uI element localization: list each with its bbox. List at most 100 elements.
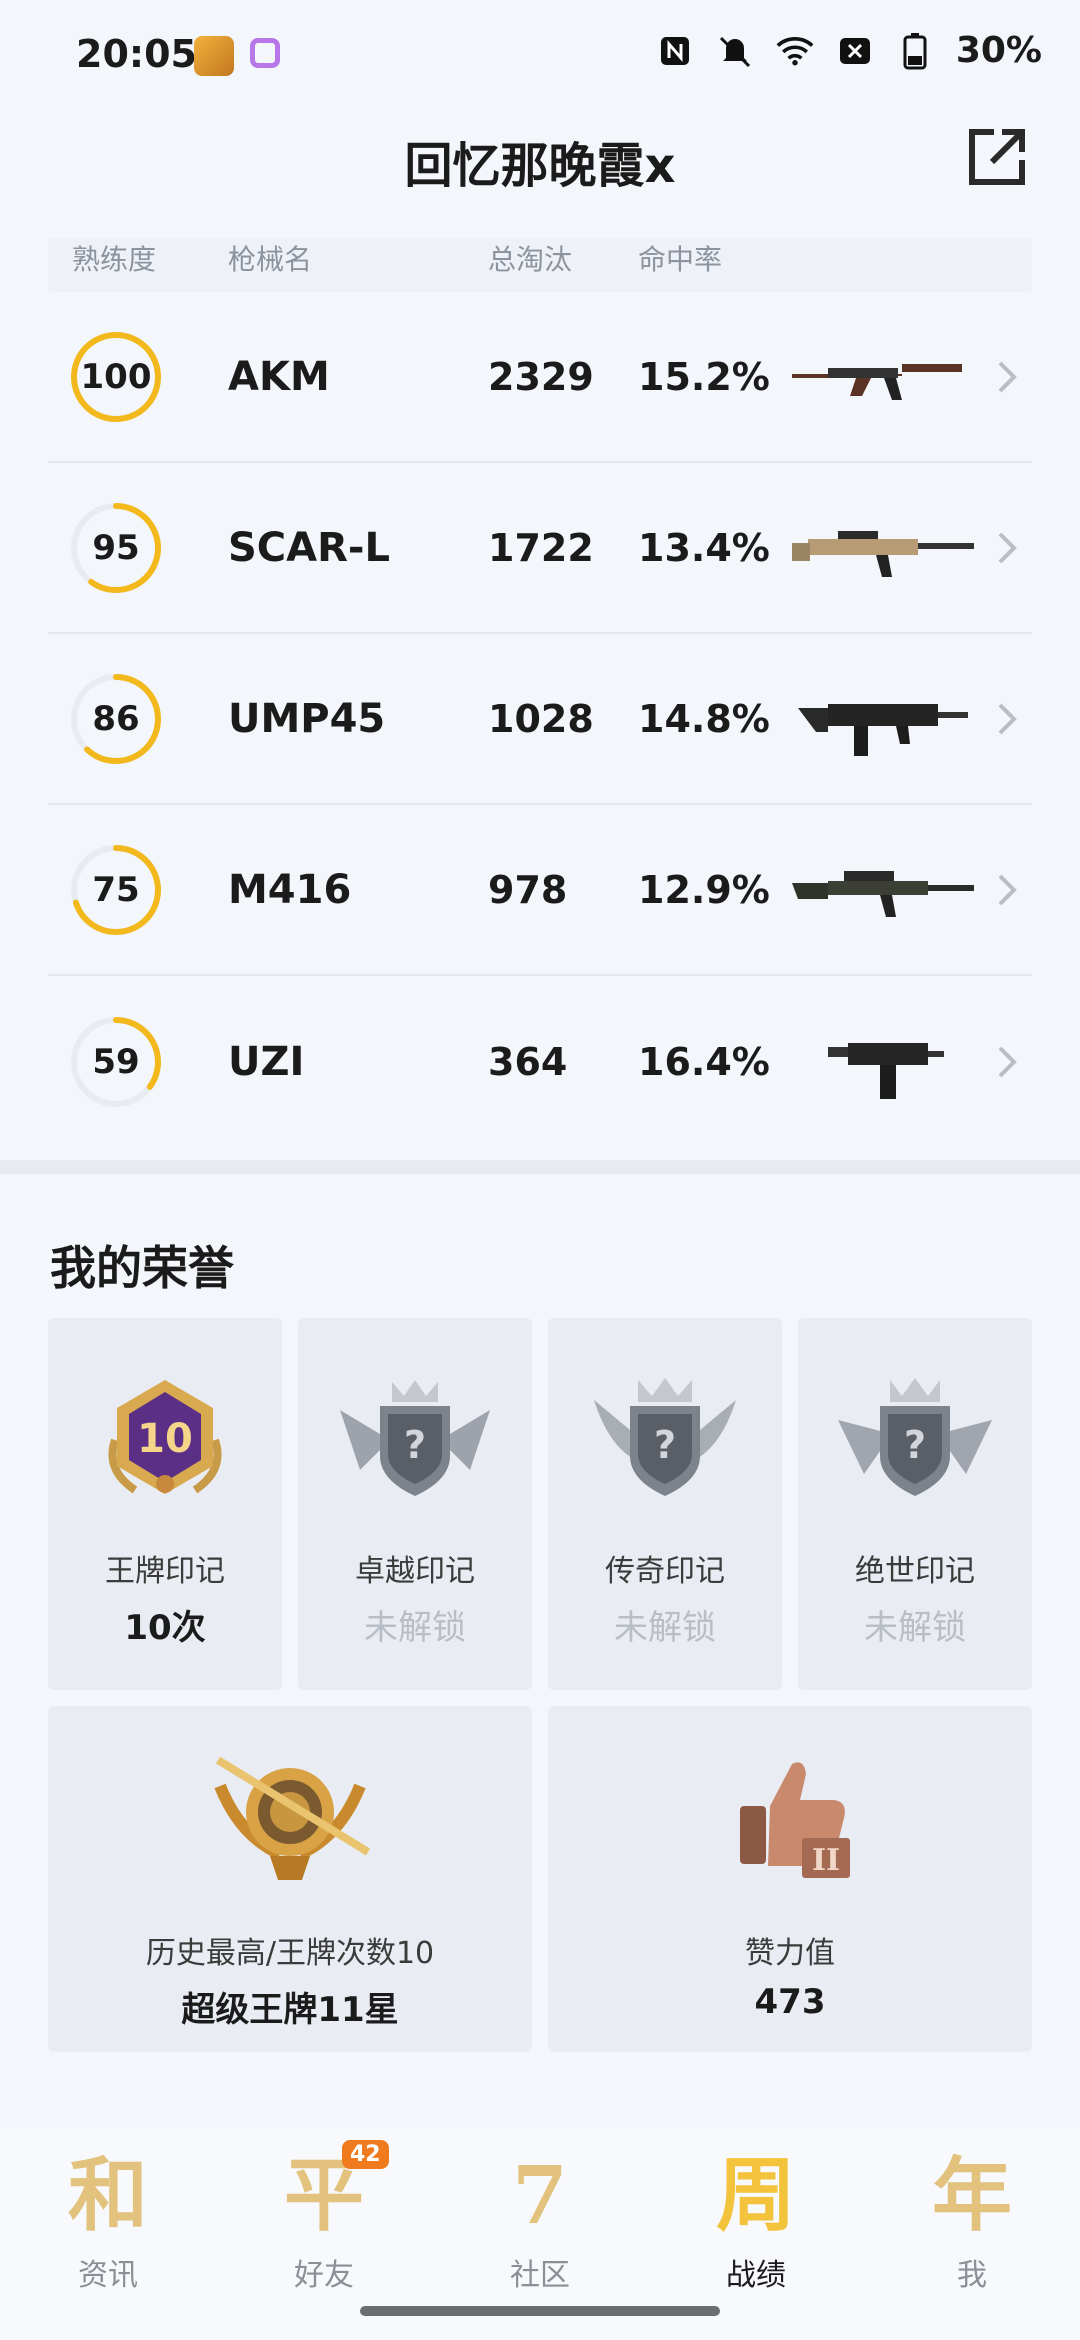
hit-rate: 16.4% [638, 1039, 770, 1084]
proficiency-value: 100 [80, 356, 152, 397]
chevron-right-icon [998, 361, 1017, 392]
nav-glyph-icon: 和 [68, 2148, 148, 2242]
section-divider [0, 1160, 1080, 1174]
honor-value: 超级王牌11星 [181, 1990, 399, 2030]
table-row[interactable]: 95 SCAR-L 1722 13.4% [48, 463, 1032, 634]
nav-item-community[interactable]: 7 社区 [432, 2138, 648, 2308]
mute-icon [716, 32, 754, 70]
header-proficiency: 熟练度 [72, 243, 157, 276]
gun-name: SCAR-L [228, 524, 391, 571]
header-total-kills: 总淘汰 [488, 243, 573, 276]
battery-percent: 30% [955, 30, 1042, 71]
honor-card-likes[interactable]: II 赞力值 473 [548, 1706, 1032, 2052]
honor-label: 传奇印记 [605, 1554, 725, 1589]
total-kills: 2329 [488, 354, 594, 399]
nav-item-me[interactable]: 年 我 [864, 2138, 1080, 2308]
total-kills: 1028 [488, 696, 594, 741]
chevron-right-icon [998, 874, 1017, 905]
header-hit-rate: 命中率 [638, 243, 723, 276]
nav-label: 战绩 [726, 2258, 786, 2293]
nav-label: 我 [957, 2258, 987, 2293]
chevron-right-icon [998, 1046, 1017, 1077]
header-gun-name: 枪械名 [228, 243, 313, 276]
page-header: 回忆那晚霞x [0, 108, 1080, 238]
scar-rifle-icon [792, 530, 974, 577]
nav-item-friends[interactable]: 平 42 好友 [216, 2138, 432, 2308]
nav-glyph-icon: 年 [932, 2148, 1012, 2242]
status-bar: 20:05 30% [0, 0, 1080, 108]
table-row[interactable]: 59 UZI 364 16.4% [48, 976, 1032, 1147]
status-time: 20:05 [76, 32, 197, 76]
sim-off-icon [836, 32, 874, 70]
gun-name: UZI [228, 1038, 305, 1085]
chevron-right-icon [998, 703, 1017, 734]
share-external-icon[interactable] [964, 124, 1030, 190]
ump45-smg-icon [798, 703, 968, 756]
gun-name: AKM [228, 353, 330, 400]
page-title: 回忆那晚霞x [404, 138, 676, 194]
total-kills: 978 [488, 867, 568, 912]
thumbs-up-badge-icon: II [720, 1746, 860, 1890]
locked-badge-icon: ? [330, 1370, 500, 1514]
nav-glyph-icon: 周 [716, 2148, 796, 2242]
ace-mark-badge-icon: 10 [95, 1370, 235, 1514]
honor-value: 未解锁 [864, 1608, 966, 1648]
honor-label: 王牌印记 [105, 1554, 225, 1589]
honor-label: 赞力值 [745, 1936, 835, 1971]
honor-card-ace[interactable]: 10 王牌印记 10次 [48, 1318, 282, 1690]
akm-rifle-icon [792, 363, 962, 400]
table-row[interactable]: 86 UMP45 1028 14.8% [48, 634, 1032, 805]
honor-value: 未解锁 [364, 1608, 466, 1648]
honor-value: 未解锁 [614, 1608, 716, 1648]
nfc-icon [656, 32, 694, 70]
honor-label: 历史最高/王牌次数10 [145, 1936, 435, 1971]
honor-label: 绝世印记 [855, 1554, 975, 1589]
nav-label: 好友 [294, 2258, 354, 2293]
m416-rifle-icon [792, 870, 974, 917]
nav-glyph-icon: 7 [512, 2148, 568, 2242]
game-app-icon [194, 36, 234, 76]
super-ace-badge-icon [200, 1746, 380, 1890]
chevron-right-icon [998, 532, 1017, 563]
home-indicator[interactable] [360, 2306, 720, 2316]
table-row[interactable]: 75 M416 978 12.9% [48, 805, 1032, 976]
locked-badge-icon: ? [830, 1370, 1000, 1514]
weapon-table: 熟练度 枪械名 总淘汰 命中率 100 AKM 2329 15.2% 95 SCAR-L 1… [48, 238, 1032, 1147]
hit-rate: 14.8% [638, 696, 770, 741]
locked-badge-icon: ? [580, 1370, 750, 1514]
honors-title: 我的荣誉 [50, 1241, 234, 1295]
uzi-smg-icon [828, 1042, 944, 1099]
proficiency-value: 86 [92, 698, 140, 739]
svg-text:II: II [812, 1843, 840, 1878]
nav-label: 资讯 [78, 2258, 138, 2293]
wifi-icon [776, 32, 814, 70]
honor-card-excellent[interactable]: ? 卓越印记 未解锁 [298, 1318, 532, 1690]
ace-badge-count: 10 [137, 1416, 193, 1462]
hit-rate: 12.9% [638, 867, 770, 912]
honor-value: 473 [754, 1982, 826, 2022]
svg-text:?: ? [404, 1423, 426, 1467]
table-header: 熟练度 枪械名 总淘汰 命中率 [48, 238, 1032, 292]
friends-count-badge: 42 [342, 2140, 389, 2169]
honor-card-peerless[interactable]: ? 绝世印记 未解锁 [798, 1318, 1032, 1690]
gun-name: M416 [228, 866, 352, 913]
svg-text:?: ? [654, 1423, 676, 1467]
proficiency-value: 59 [92, 1041, 140, 1082]
honor-value: 10次 [124, 1608, 206, 1648]
svg-text:?: ? [904, 1423, 926, 1467]
nav-label: 社区 [510, 2258, 570, 2293]
proficiency-value: 75 [92, 869, 140, 910]
honor-card-legend[interactable]: ? 传奇印记 未解锁 [548, 1318, 782, 1690]
honor-card-highest-rank[interactable]: 历史最高/王牌次数10 超级王牌11星 [48, 1706, 532, 2052]
table-row[interactable]: 100 AKM 2329 15.2% [48, 292, 1032, 463]
total-kills: 1722 [488, 525, 594, 570]
gallery-app-icon [250, 38, 280, 68]
proficiency-value: 95 [92, 527, 140, 568]
honor-label: 卓越印记 [355, 1554, 475, 1589]
nav-item-news[interactable]: 和 资讯 [0, 2138, 216, 2308]
hit-rate: 13.4% [638, 525, 770, 570]
gun-name: UMP45 [228, 695, 386, 742]
battery-icon [896, 32, 934, 70]
nav-item-record[interactable]: 周 战绩 [648, 2138, 864, 2308]
hit-rate: 15.2% [638, 354, 770, 399]
